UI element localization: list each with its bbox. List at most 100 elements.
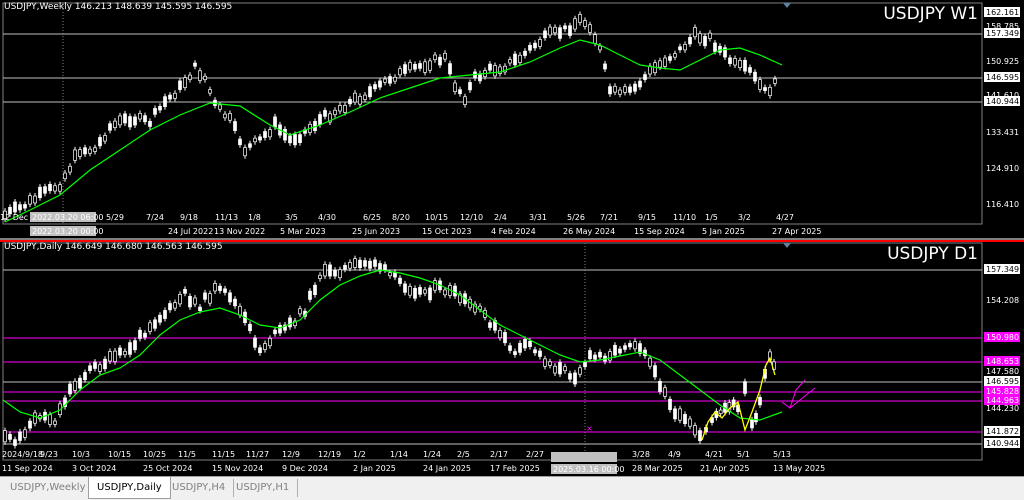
tab-usdjpy-weekly[interactable]: USDJPY,Weekly [2, 479, 95, 497]
candle-body [703, 36, 707, 47]
candle-body [558, 361, 562, 375]
candle-body [113, 350, 117, 362]
daily-chart-pane[interactable]: 157.349 154.208 150.980 148.653 147.580 146.5… [0, 240, 1024, 476]
candle-body [403, 64, 407, 74]
candle-body [383, 78, 387, 83]
price-axis-label: 145.828 [986, 387, 1019, 396]
time-axis-label: 1/14 [390, 450, 408, 459]
candle-body [678, 408, 682, 421]
candle-body [508, 345, 512, 351]
candle-body [193, 62, 197, 67]
candle-body [373, 84, 377, 90]
time-axis-label: 5/29 [106, 213, 124, 222]
candle-body [633, 83, 637, 92]
candle-body [363, 260, 367, 267]
daily-chart-header: USDJPY,Daily 146.649 146.680 146.563 146… [4, 242, 223, 252]
candle-body [458, 89, 462, 95]
candle-body [523, 50, 527, 56]
candle-body [88, 148, 92, 154]
time-axis-label: 1/8 [248, 213, 261, 222]
candle-body [568, 373, 572, 380]
plot-border [2, 2, 983, 225]
candle-body [528, 340, 532, 347]
time-axis-label: 5 Jan 2025 [702, 227, 745, 236]
plot-border [2, 242, 983, 461]
candle-body [413, 288, 417, 299]
candle-body [78, 377, 82, 389]
candle-body [528, 44, 532, 51]
daily-chart-canvas[interactable]: 157.349 154.208 150.980 148.653147.580146.5… [0, 240, 1024, 476]
candle-body [468, 82, 472, 91]
crosshair-time-label: 2022.03.20 06:00 [32, 213, 103, 222]
tab-usdjpy-h4[interactable]: USDJPY,H4 [164, 479, 235, 497]
candle-body [243, 147, 247, 157]
time-axis-label: 10/3 [72, 450, 90, 459]
candle-body [378, 80, 382, 88]
candle-body [633, 341, 637, 350]
candle-body [623, 86, 627, 93]
candle-body [443, 289, 447, 296]
candle-body [208, 293, 212, 304]
time-axis-label: 5 Mar 2023 [280, 227, 326, 236]
candle-body [308, 290, 312, 300]
candle-body [173, 92, 177, 99]
candle-body [438, 56, 442, 66]
candle-body [218, 285, 222, 291]
candle-body [278, 324, 282, 334]
candle-body [573, 372, 577, 385]
candle-body [638, 80, 642, 88]
candle-body [113, 120, 117, 128]
time-axis-label: 2/4 [494, 213, 507, 222]
candle-body [63, 172, 67, 180]
candle-body [13, 201, 17, 213]
candle-body [753, 71, 757, 82]
time-axis-label: 2/5 [457, 450, 470, 459]
weekly-chart-pane[interactable]: 162.161 158.785 157.349 150.925 146.595 141.6… [0, 0, 1024, 238]
candle-body [613, 344, 617, 356]
candle-body [588, 24, 592, 33]
candle-body [323, 263, 327, 277]
candle-body [408, 286, 412, 296]
time-axis-label: 4/30 [318, 213, 336, 222]
candle-body [513, 351, 517, 355]
time-axis-label: 9/18 [180, 213, 198, 222]
candle-body [83, 372, 87, 381]
candle-body [563, 25, 567, 30]
candle-body [648, 65, 652, 75]
candle-body [603, 63, 607, 70]
time-axis-label: 25 Oct 2024 [143, 464, 192, 473]
daily-symbol-title: USDJPY D1 [887, 244, 978, 264]
time-axis-label: 7/24 [146, 213, 164, 222]
candle-body [108, 123, 112, 131]
candle-body [538, 39, 542, 47]
candle-body [578, 14, 582, 23]
time-axis-label: 10/15 [108, 450, 131, 459]
candle-body [418, 63, 422, 69]
candle-body [93, 361, 97, 369]
time-axis-label: 12/19 [318, 450, 341, 459]
candle-body [43, 186, 47, 194]
candle-body [223, 113, 227, 119]
candle-body [488, 63, 492, 71]
candle-body [8, 433, 12, 440]
candle-body [373, 259, 377, 267]
time-axis-label: 10/15 [425, 213, 448, 222]
candle-body [658, 380, 662, 392]
weekly-chart-canvas[interactable]: 162.161158.785157.349150.925146.595141.6… [0, 0, 1024, 238]
time-axis-label: 11/15 [212, 450, 235, 459]
time-axis-label: 24 Jan 2025 [423, 464, 471, 473]
candle-body [198, 306, 202, 311]
candle-body [428, 60, 432, 71]
candle-body [683, 44, 687, 51]
candle-body [258, 136, 262, 141]
candle-body [518, 342, 522, 353]
candle-body [518, 54, 522, 63]
tab-usdjpy-daily[interactable]: USDJPY,Daily [88, 477, 171, 499]
price-axis-label: 146.595 [986, 73, 1019, 82]
tab-usdjpy-h1[interactable]: USDJPY,H1 [228, 479, 299, 497]
time-axis-label: 11/13 [215, 213, 238, 222]
candle-body [198, 70, 202, 81]
candle-body [3, 430, 7, 443]
candle-body [498, 330, 502, 339]
candle-body [708, 32, 712, 39]
